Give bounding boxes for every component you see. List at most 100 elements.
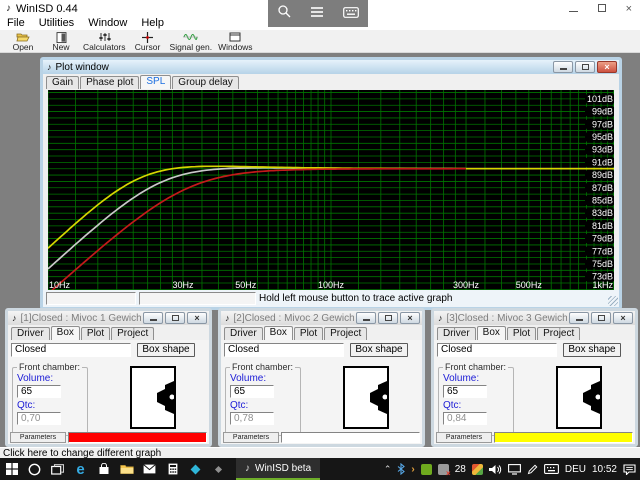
clock[interactable]: 10:52 bbox=[592, 458, 617, 480]
tab-driver[interactable]: Driver bbox=[224, 327, 263, 340]
calculators-button[interactable]: Calculators bbox=[80, 30, 129, 53]
minimize-button[interactable] bbox=[569, 312, 589, 324]
minimize-button[interactable] bbox=[143, 312, 163, 324]
tab-driver[interactable]: Driver bbox=[11, 327, 50, 340]
new-button[interactable]: New bbox=[42, 30, 80, 53]
taskbar-app-winisd[interactable]: ♪ WinISD beta bbox=[236, 458, 320, 480]
maximize-button[interactable] bbox=[598, 3, 606, 15]
magnifier-icon[interactable] bbox=[277, 4, 291, 23]
tab-plot[interactable]: Plot bbox=[81, 327, 110, 340]
maximize-button[interactable] bbox=[165, 312, 185, 324]
driver-window-titlebar[interactable]: ♪ [1]Closed : Mivoc 1 Gewicht × bbox=[8, 311, 209, 325]
box-type-select[interactable]: Closed bbox=[437, 343, 557, 357]
gray-diamond-app-icon[interactable] bbox=[207, 458, 230, 480]
minimize-button[interactable] bbox=[553, 61, 573, 73]
minimize-button[interactable] bbox=[569, 3, 578, 15]
windows-button[interactable]: Windows bbox=[215, 30, 255, 53]
cortana-icon[interactable] bbox=[23, 458, 46, 480]
close-button[interactable]: × bbox=[187, 312, 207, 324]
tab-project[interactable]: Project bbox=[324, 327, 367, 340]
qtc-input[interactable] bbox=[443, 412, 487, 425]
menu-window[interactable]: Window bbox=[81, 17, 134, 30]
driver-window-titlebar[interactable]: ♪ [2]Closed : Mivoc 2 Gewichte × bbox=[221, 311, 422, 325]
tab-project[interactable]: Project bbox=[111, 327, 154, 340]
app-title: WinISD 0.44 bbox=[16, 3, 78, 15]
qtc-input[interactable] bbox=[17, 412, 61, 425]
plot-tabs: Gain Phase plot SPL Group delay bbox=[43, 74, 619, 89]
mail-icon[interactable] bbox=[138, 458, 161, 480]
pen-icon[interactable] bbox=[527, 458, 538, 480]
tab-spl[interactable]: SPL bbox=[140, 75, 171, 89]
box-shape-button[interactable]: Box shape bbox=[563, 343, 621, 357]
close-button[interactable]: × bbox=[613, 312, 633, 324]
hidden-icons-chevron[interactable]: ⌃ bbox=[384, 458, 392, 480]
bluetooth-icon[interactable] bbox=[397, 458, 405, 480]
tab-project[interactable]: Project bbox=[537, 327, 580, 340]
speaker-icon bbox=[132, 368, 174, 427]
tab-group-delay[interactable]: Group delay bbox=[172, 76, 238, 89]
maximize-button[interactable] bbox=[575, 61, 595, 73]
driver-window-title: [3]Closed : Mivoc 3 Gewichte bbox=[447, 313, 568, 324]
maximize-button[interactable] bbox=[591, 312, 611, 324]
tab-box[interactable]: Box bbox=[51, 326, 80, 340]
calculator-app-icon[interactable] bbox=[161, 458, 184, 480]
parameters-tab[interactable]: Parameters bbox=[223, 432, 279, 443]
desktop: ♪ WinISD 0.44 × File Utilities Window He… bbox=[0, 0, 640, 480]
parameters-tab[interactable]: Parameters bbox=[436, 432, 492, 443]
chevron-tray-icon[interactable]: › bbox=[411, 458, 414, 480]
start-button[interactable] bbox=[0, 458, 23, 480]
open-button[interactable]: Open bbox=[4, 30, 42, 53]
nvidia-tray-icon[interactable] bbox=[421, 458, 432, 480]
monitor-tool-tray-icon[interactable] bbox=[472, 458, 483, 480]
app-statusbar[interactable]: Click here to change different graph bbox=[0, 447, 640, 458]
task-view-icon[interactable] bbox=[46, 458, 69, 480]
driver-window-tabs: Driver Box Plot Project bbox=[434, 325, 635, 340]
tab-box[interactable]: Box bbox=[264, 326, 293, 340]
gamepad-disconnected-icon[interactable]: × bbox=[438, 458, 449, 480]
temperature-tray-value[interactable]: 28 bbox=[455, 458, 466, 480]
qtc-input[interactable] bbox=[230, 412, 274, 425]
file-explorer-icon[interactable] bbox=[115, 458, 138, 480]
signal-gen-button[interactable]: Signal gen. bbox=[167, 30, 216, 53]
action-center-icon[interactable] bbox=[623, 458, 636, 480]
plot-window-titlebar[interactable]: ♪ Plot window × bbox=[43, 60, 619, 74]
menu-help[interactable]: Help bbox=[134, 17, 171, 30]
box-shape-button[interactable]: Box shape bbox=[350, 343, 408, 357]
menu-utilities[interactable]: Utilities bbox=[32, 17, 81, 30]
tab-plot[interactable]: Plot bbox=[294, 327, 323, 340]
close-button[interactable]: × bbox=[626, 3, 632, 15]
box-type-select[interactable]: Closed bbox=[224, 343, 344, 357]
tab-driver[interactable]: Driver bbox=[437, 327, 476, 340]
edge-icon[interactable]: e bbox=[69, 458, 92, 480]
cursor-button[interactable]: Cursor bbox=[129, 30, 167, 53]
box-shape-button[interactable]: Box shape bbox=[137, 343, 195, 357]
menu-file[interactable]: File bbox=[0, 17, 32, 30]
tab-plot[interactable]: Plot bbox=[507, 327, 536, 340]
close-button[interactable]: × bbox=[400, 312, 420, 324]
driver-window-titlebar[interactable]: ♪ [3]Closed : Mivoc 3 Gewichte × bbox=[434, 311, 635, 325]
spl-chart[interactable]: 73dB75dB77dB79dB81dB83dB85dB87dB89dB91dB… bbox=[48, 90, 614, 290]
svg-text:89dB: 89dB bbox=[592, 170, 613, 180]
blue-diamond-app-icon[interactable] bbox=[184, 458, 207, 480]
close-button[interactable]: × bbox=[597, 61, 617, 73]
store-icon[interactable] bbox=[92, 458, 115, 480]
box-type-select[interactable]: Closed bbox=[11, 343, 131, 357]
parameters-tab[interactable]: Parameters bbox=[10, 432, 66, 443]
menu-icon[interactable] bbox=[310, 5, 324, 23]
volume-input[interactable] bbox=[230, 385, 274, 398]
tab-box[interactable]: Box bbox=[477, 326, 506, 340]
tab-phase-plot[interactable]: Phase plot bbox=[80, 76, 139, 89]
touch-keyboard-icon[interactable] bbox=[544, 458, 559, 480]
volume-input[interactable] bbox=[17, 385, 61, 398]
language-indicator[interactable]: DEU bbox=[565, 458, 586, 480]
resize-grip[interactable] bbox=[608, 296, 618, 306]
volume-input[interactable] bbox=[443, 385, 487, 398]
tab-gain[interactable]: Gain bbox=[46, 76, 79, 89]
minimize-button[interactable] bbox=[356, 312, 376, 324]
plot-window-title: Plot window bbox=[56, 62, 552, 73]
driver-window-1: ♪ [1]Closed : Mivoc 1 Gewicht × Driver B… bbox=[5, 308, 212, 447]
volume-icon[interactable] bbox=[489, 458, 502, 480]
maximize-button[interactable] bbox=[378, 312, 398, 324]
network-display-icon[interactable] bbox=[508, 458, 521, 480]
keyboard-icon[interactable] bbox=[343, 5, 359, 23]
